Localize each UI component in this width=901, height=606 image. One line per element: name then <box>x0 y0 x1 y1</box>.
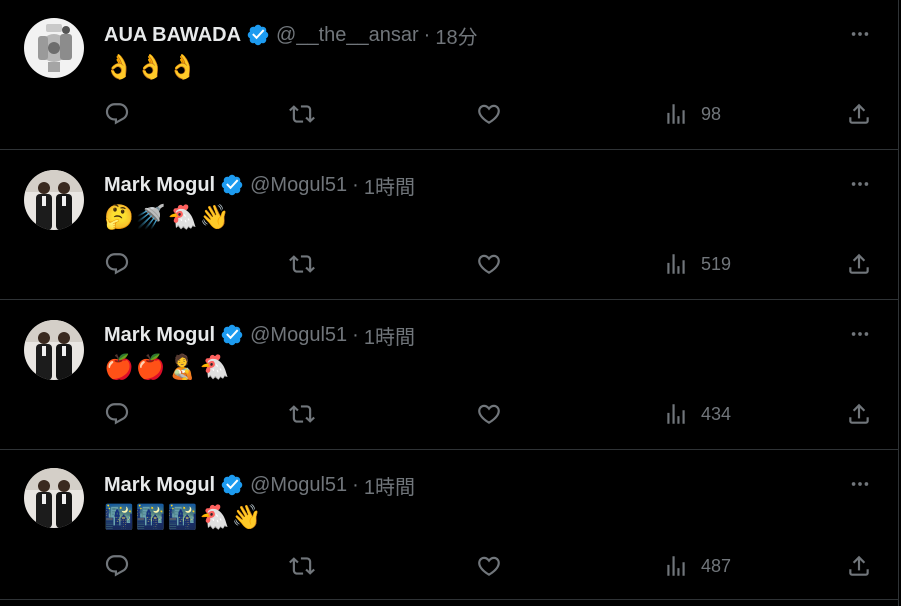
share-icon <box>849 103 869 124</box>
timestamp[interactable]: 1時間 <box>364 471 415 500</box>
retweet-icon <box>289 255 315 273</box>
views-button[interactable]: 98 <box>663 98 721 130</box>
views-count: 487 <box>701 555 732 576</box>
views-icon <box>667 104 685 124</box>
reply-icon <box>105 555 129 577</box>
avatar[interactable] <box>24 468 84 528</box>
timestamp[interactable]: 1時間 <box>364 321 415 350</box>
tweet[interactable]: Mark Mogul @Mogul51 · 1時間 🌃🌃🌃🐔👋 487 <box>0 450 898 600</box>
like-button[interactable] <box>476 98 502 130</box>
separator-dot: · <box>423 23 431 46</box>
tweet-header: Mark Mogul @Mogul51 · 1時間 <box>104 321 415 350</box>
people-avatar-image <box>24 320 84 380</box>
robot-avatar-image <box>24 18 84 78</box>
avatar[interactable] <box>24 320 84 380</box>
tweet-header: Mark Mogul @Mogul51 · 1時間 <box>104 171 415 200</box>
display-name[interactable]: Mark Mogul <box>104 324 215 347</box>
retweet-icon <box>289 105 315 123</box>
separator-dot: · <box>352 473 359 496</box>
separator-dot: · <box>352 173 359 196</box>
like-button[interactable] <box>476 550 502 582</box>
like-icon <box>478 254 500 274</box>
tweet-header: AUA BAWADA @__the__ansar · 18分 <box>104 21 478 50</box>
avatar[interactable] <box>24 170 84 230</box>
handle[interactable]: @Mogul51 <box>250 324 347 347</box>
views-button[interactable]: 519 <box>663 248 731 280</box>
views-button[interactable]: 434 <box>663 398 731 430</box>
retweet-button[interactable] <box>289 248 315 280</box>
separator-dot: · <box>352 323 359 346</box>
like-icon <box>478 104 500 124</box>
share-button[interactable] <box>846 398 872 430</box>
handle[interactable]: @__the__ansar <box>276 24 419 47</box>
share-button[interactable] <box>846 248 872 280</box>
action-bar: 434 <box>104 398 872 430</box>
timestamp[interactable]: 18分 <box>435 21 477 50</box>
reply-icon <box>105 403 129 425</box>
handle[interactable]: @Mogul51 <box>250 474 347 497</box>
tweet-text: 👌👌👌 <box>104 53 200 81</box>
verified-badge-icon <box>220 323 244 347</box>
share-button[interactable] <box>846 550 872 582</box>
views-icon <box>667 556 685 576</box>
timeline: AUA BAWADA @__the__ansar · 18分 👌👌👌 98 Ma… <box>0 0 899 606</box>
reply-button[interactable] <box>104 248 130 280</box>
retweet-icon <box>289 405 315 423</box>
views-icon <box>667 404 685 424</box>
share-icon <box>849 555 869 576</box>
retweet-button[interactable] <box>289 398 315 430</box>
action-bar: 519 <box>104 248 872 280</box>
people-avatar-image <box>24 468 84 528</box>
reply-button[interactable] <box>104 98 130 130</box>
views-count: 434 <box>701 403 732 424</box>
share-button[interactable] <box>846 98 872 130</box>
like-button[interactable] <box>476 398 502 430</box>
views-button[interactable]: 487 <box>663 550 731 582</box>
tweet-header: Mark Mogul @Mogul51 · 1時間 <box>104 471 415 500</box>
verified-badge-icon <box>220 473 244 497</box>
display-name[interactable]: Mark Mogul <box>104 474 215 497</box>
reply-button[interactable] <box>104 398 130 430</box>
tweet-text: 🌃🌃🌃🐔👋 <box>104 503 264 531</box>
avatar[interactable] <box>24 18 84 78</box>
tweet[interactable]: AUA BAWADA @__the__ansar · 18分 👌👌👌 98 <box>0 0 898 150</box>
retweet-button[interactable] <box>289 550 315 582</box>
action-bar: 487 <box>104 550 872 582</box>
verified-badge-icon <box>246 23 270 47</box>
like-button[interactable] <box>476 248 502 280</box>
reply-icon <box>105 103 129 125</box>
retweet-button[interactable] <box>289 98 315 130</box>
like-icon <box>478 556 500 576</box>
timestamp[interactable]: 1時間 <box>364 171 415 200</box>
tweet[interactable]: Mark Mogul @Mogul51 · 1時間 🍎🍎🧑‍🍼🐔 <box>0 300 898 450</box>
display-name[interactable]: Mark Mogul <box>104 174 215 197</box>
action-bar: 98 <box>104 98 872 130</box>
more-icon[interactable] <box>848 172 872 196</box>
tweet-text: 🤔🚿🐔👋 <box>104 203 232 231</box>
views-count: 519 <box>701 253 732 274</box>
display-name[interactable]: AUA BAWADA <box>104 24 241 47</box>
more-icon[interactable] <box>848 22 872 46</box>
like-icon <box>478 404 500 424</box>
views-count: 98 <box>701 103 722 124</box>
people-avatar-image <box>24 170 84 230</box>
handle[interactable]: @Mogul51 <box>250 174 347 197</box>
more-icon[interactable] <box>848 322 872 346</box>
share-icon <box>849 253 869 274</box>
verified-badge-icon <box>220 173 244 197</box>
reply-button[interactable] <box>104 550 130 582</box>
tweet-text: 🍎🍎🧑‍🍼🐔 <box>104 353 232 381</box>
tweet[interactable]: Mark Mogul @Mogul51 · 1時間 🤔🚿🐔👋 519 <box>0 150 898 300</box>
share-icon <box>849 403 869 424</box>
more-icon[interactable] <box>848 472 872 496</box>
retweet-icon <box>289 557 315 575</box>
reply-icon <box>105 253 129 275</box>
views-icon <box>667 254 685 274</box>
